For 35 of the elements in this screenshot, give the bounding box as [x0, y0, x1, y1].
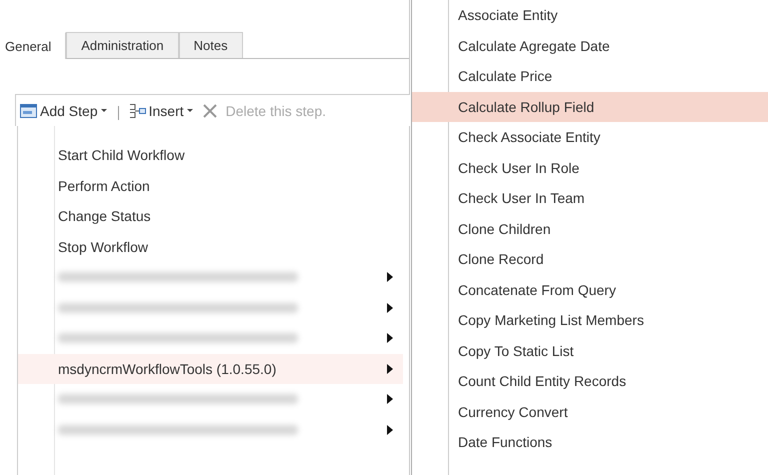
caret-icon — [100, 108, 108, 114]
submenu-item[interactable]: Copy Marketing List Members — [412, 305, 768, 336]
tab[interactable]: General — [0, 32, 66, 59]
close-icon — [202, 102, 218, 118]
menu-item-label: Start Child Workflow — [58, 147, 186, 164]
insert-icon — [128, 102, 147, 118]
submenu-item[interactable]: Clone Record — [412, 244, 768, 274]
submenu-item[interactable]: Calculate Rollup Field — [412, 92, 768, 122]
menu-item[interactable]: Change Status — [18, 201, 403, 232]
window-icon — [20, 102, 38, 118]
submenu-item[interactable]: Clone Children — [412, 214, 768, 244]
submenu-item[interactable]: Check User In Team — [412, 183, 768, 214]
submenu-item[interactable]: Calculate Agregate Date — [412, 30, 768, 61]
insert-button[interactable]: Insert — [126, 100, 196, 120]
menu-item-label: msdyncrmWorkflowTools (1.0.55.0) — [58, 360, 278, 377]
menu-item[interactable]: Start Child Workflow — [18, 140, 403, 170]
menu-item-label: Change Status — [58, 208, 152, 224]
menu-item-label: Stop Workflow — [58, 238, 149, 255]
menu-item-label: Perform Action — [58, 178, 151, 194]
caret-icon — [186, 108, 194, 114]
submenu-item[interactable]: Associate Entity — [412, 0, 768, 30]
submenu-item[interactable]: Date Functions — [412, 427, 768, 458]
submenu-item[interactable]: Count Child Entity Records — [412, 366, 768, 396]
add-step-button[interactable]: Add Step — [18, 100, 110, 120]
submenu-item[interactable]: Currency Convert — [412, 396, 768, 427]
submenu-item[interactable]: Check Associate Entity — [412, 122, 768, 152]
tab[interactable]: Administration — [66, 32, 179, 58]
submenu-item[interactable]: Concatenate From Query — [412, 274, 768, 305]
submenu-item[interactable]: Calculate Price — [412, 61, 768, 92]
menu-item[interactable]: Perform Action — [18, 170, 403, 201]
tab[interactable]: Notes — [178, 32, 243, 58]
submenu-item[interactable]: Check User In Role — [412, 152, 768, 183]
menu-item[interactable]: Stop Workflow — [18, 232, 403, 262]
menu-item[interactable]: msdyncrmWorkflowTools (1.0.55.0) — [18, 354, 403, 384]
submenu-item[interactable]: Copy To Static List — [412, 336, 768, 366]
